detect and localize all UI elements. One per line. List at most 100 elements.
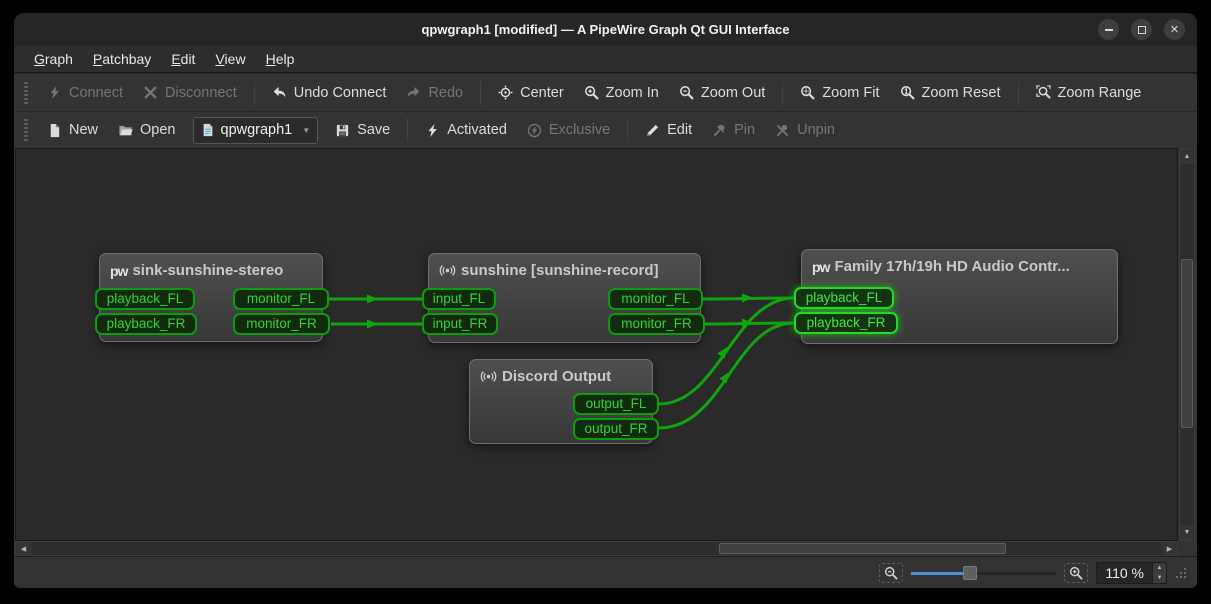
- horizontal-scrollbar[interactable]: ◀ ▶: [15, 541, 1178, 556]
- connect-bolt-icon: [47, 85, 62, 100]
- horizontal-scroll-thumb[interactable]: [719, 543, 1006, 554]
- graph-canvas[interactable]: pw sink-sunshine-stereo playback_FL play…: [15, 148, 1178, 541]
- center-target-icon: [498, 85, 513, 100]
- open-folder-icon: [118, 123, 133, 138]
- port-input-fr[interactable]: input_FR: [422, 313, 498, 335]
- port-playback-fr[interactable]: playback_FR: [95, 313, 197, 335]
- spin-down-icon[interactable]: ▼: [1153, 573, 1166, 583]
- port-monitor-fl[interactable]: monitor_FL: [608, 288, 703, 310]
- new-file-icon: [47, 123, 62, 138]
- port-output-fl[interactable]: output_FL: [573, 393, 659, 415]
- exclusive-bolt-circle-icon: [527, 123, 542, 138]
- node-title: Family 17h/19h HD Audio Contr...: [834, 258, 1069, 275]
- connect-button[interactable]: Connect: [38, 79, 132, 107]
- zoom-in-icon: [584, 85, 599, 100]
- port-playback-fl[interactable]: playback_FL: [794, 287, 894, 309]
- port-monitor-fl[interactable]: monitor_FL: [233, 288, 329, 310]
- separator: [480, 81, 481, 105]
- zoom-range-icon: [1036, 85, 1051, 100]
- statusbar: 110 % ▲ ▼: [14, 556, 1197, 588]
- pin-button[interactable]: Pin: [703, 116, 764, 144]
- statusbar-zoom-in-button[interactable]: [1064, 563, 1088, 583]
- zoom-out-icon: [884, 566, 898, 580]
- spin-up-icon[interactable]: ▲: [1153, 563, 1166, 573]
- menu-graph[interactable]: Graph: [24, 46, 83, 72]
- port-monitor-fr[interactable]: monitor_FR: [608, 313, 705, 335]
- open-button[interactable]: Open: [109, 116, 184, 144]
- port-input-fl[interactable]: input_FL: [422, 288, 496, 310]
- activated-bolt-icon: [425, 123, 440, 138]
- separator: [407, 118, 408, 142]
- zoom-fit-button[interactable]: Zoom Fit: [791, 79, 888, 107]
- arrowhead: [367, 320, 378, 329]
- vertical-scroll-thumb[interactable]: [1181, 259, 1193, 428]
- separator: [782, 81, 783, 105]
- port-monitor-fr[interactable]: monitor_FR: [233, 313, 330, 335]
- toolbar-grip[interactable]: [24, 82, 28, 104]
- menu-view[interactable]: View: [205, 46, 255, 72]
- maximize-button[interactable]: [1131, 19, 1152, 40]
- stream-icon: [439, 262, 456, 279]
- scroll-up-button[interactable]: ▲: [1180, 149, 1194, 164]
- scroll-left-icon: ◀: [21, 545, 26, 553]
- statusbar-zoom-out-button[interactable]: [879, 563, 903, 583]
- toolbar-grip[interactable]: [24, 119, 28, 141]
- save-floppy-icon: [335, 123, 350, 138]
- new-button[interactable]: New: [38, 116, 107, 144]
- pipewire-icon: pw: [110, 264, 127, 278]
- patchbay-selector-value: qpwgraph1: [221, 122, 293, 138]
- redo-icon: [406, 85, 421, 100]
- activated-button[interactable]: Activated: [416, 116, 516, 144]
- exclusive-button[interactable]: Exclusive: [518, 116, 619, 144]
- node-title: sunshine [sunshine-record]: [461, 262, 659, 279]
- zoom-slider[interactable]: [911, 565, 1056, 581]
- scroll-right-button[interactable]: ▶: [1162, 542, 1177, 555]
- close-icon: ✕: [1170, 23, 1179, 36]
- undo-connect-button[interactable]: Undo Connect: [263, 79, 396, 107]
- separator: [1018, 81, 1019, 105]
- port-playback-fl[interactable]: playback_FL: [95, 288, 195, 310]
- scroll-down-icon: ▼: [1184, 529, 1191, 536]
- connection-lines: [16, 149, 1178, 541]
- zoom-in-button[interactable]: Zoom In: [575, 79, 668, 107]
- menu-help[interactable]: Help: [256, 46, 305, 72]
- menu-patchbay[interactable]: Patchbay: [83, 46, 161, 72]
- disconnect-button[interactable]: Disconnect: [134, 79, 246, 107]
- scroll-down-button[interactable]: ▼: [1180, 525, 1194, 540]
- arrowhead: [717, 344, 731, 358]
- close-button[interactable]: ✕: [1164, 19, 1185, 40]
- separator: [254, 81, 255, 105]
- node-title: Discord Output: [502, 368, 611, 385]
- disconnect-x-icon: [143, 85, 158, 100]
- toolbar-graph: Connect Disconnect Undo Connect Redo Cen…: [14, 73, 1197, 111]
- unpin-button[interactable]: Unpin: [766, 116, 844, 144]
- port-playback-fr[interactable]: playback_FR: [794, 312, 898, 334]
- edit-button[interactable]: Edit: [636, 116, 701, 144]
- stream-icon: [480, 368, 497, 385]
- zoom-out-icon: [679, 85, 694, 100]
- zoom-percent-spinbox[interactable]: 110 % ▲ ▼: [1096, 562, 1167, 584]
- redo-button[interactable]: Redo: [397, 79, 472, 107]
- patchbay-selector[interactable]: qpwgraph1 ▼: [193, 117, 319, 144]
- vertical-scrollbar[interactable]: ▲ ▼: [1179, 148, 1195, 541]
- unpin-icon: [775, 123, 790, 138]
- separator: [627, 118, 628, 142]
- minimize-icon: [1105, 29, 1113, 31]
- arrowhead: [719, 369, 733, 383]
- menu-edit[interactable]: Edit: [161, 46, 205, 72]
- pipewire-icon: pw: [812, 260, 829, 274]
- zoom-range-button[interactable]: Zoom Range: [1027, 79, 1151, 107]
- minimize-button[interactable]: [1098, 19, 1119, 40]
- zoom-slider-handle[interactable]: [963, 566, 977, 580]
- center-button[interactable]: Center: [489, 79, 573, 107]
- window-title: qpwgraph1 [modified] — A PipeWire Graph …: [14, 13, 1197, 46]
- arrowhead: [367, 295, 378, 304]
- zoom-reset-button[interactable]: Zoom Reset: [891, 79, 1010, 107]
- zoom-out-button[interactable]: Zoom Out: [670, 79, 774, 107]
- save-button[interactable]: Save: [326, 116, 399, 144]
- scroll-left-button[interactable]: ◀: [16, 542, 31, 555]
- node-title: sink-sunshine-stereo: [132, 262, 283, 279]
- port-output-fr[interactable]: output_FR: [573, 418, 659, 440]
- connection-monitorfr-playbackfr: [705, 323, 794, 324]
- resize-grip[interactable]: [1175, 567, 1187, 579]
